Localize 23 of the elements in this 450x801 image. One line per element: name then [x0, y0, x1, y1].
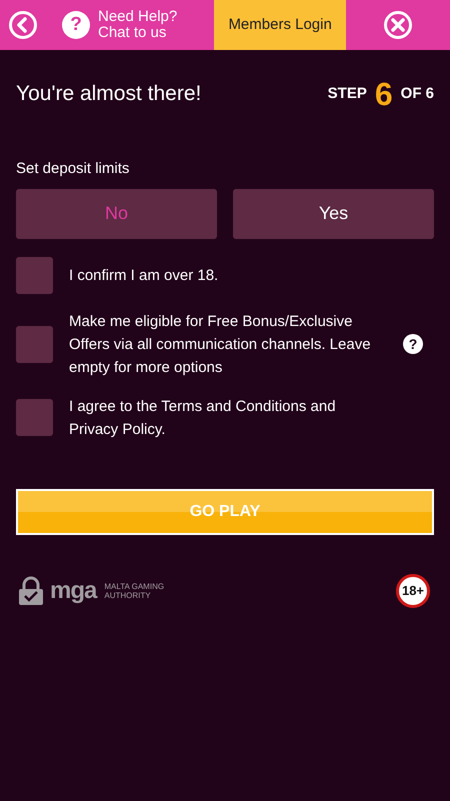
age-restriction-badge: 18+ — [396, 574, 430, 608]
section-label: Set deposit limits — [16, 159, 130, 179]
checkbox[interactable] — [16, 256, 53, 294]
help-chat-link[interactable]: ? Need Help? Chat to us — [62, 9, 178, 41]
help-icon[interactable]: ? — [403, 334, 423, 354]
option-button[interactable]: Yes — [233, 188, 434, 238]
help-icon: ? — [62, 11, 90, 39]
regulator-logo-text: mga — [50, 576, 96, 606]
checkbox[interactable] — [16, 326, 53, 362]
page-title: You're almost there! — [16, 81, 202, 108]
close-icon[interactable] — [383, 10, 414, 40]
consent-text: I confirm I am over 18. — [69, 266, 220, 286]
link[interactable]: Terms and Conditions — [161, 398, 306, 414]
regulator-name: MALTA GAMING AUTHORITY — [104, 582, 164, 600]
consent-text: Make me eligible for Free Bonus/Exclusive Offers via all communication channels. Leave empty for more options — [69, 312, 372, 378]
step-indicator: STEP 6 OF 6 — [328, 75, 434, 114]
members-login-button[interactable]: Members Login — [214, 0, 346, 50]
help-text: Need Help? Chat to us — [98, 9, 178, 41]
consent-text: I agree to the Terms and Conditions and Privacy Policy. — [69, 396, 337, 440]
lock-check-icon — [16, 576, 46, 606]
link[interactable]: Privacy Policy — [69, 420, 162, 438]
checkbox[interactable] — [16, 399, 53, 436]
back-icon[interactable] — [8, 10, 38, 40]
